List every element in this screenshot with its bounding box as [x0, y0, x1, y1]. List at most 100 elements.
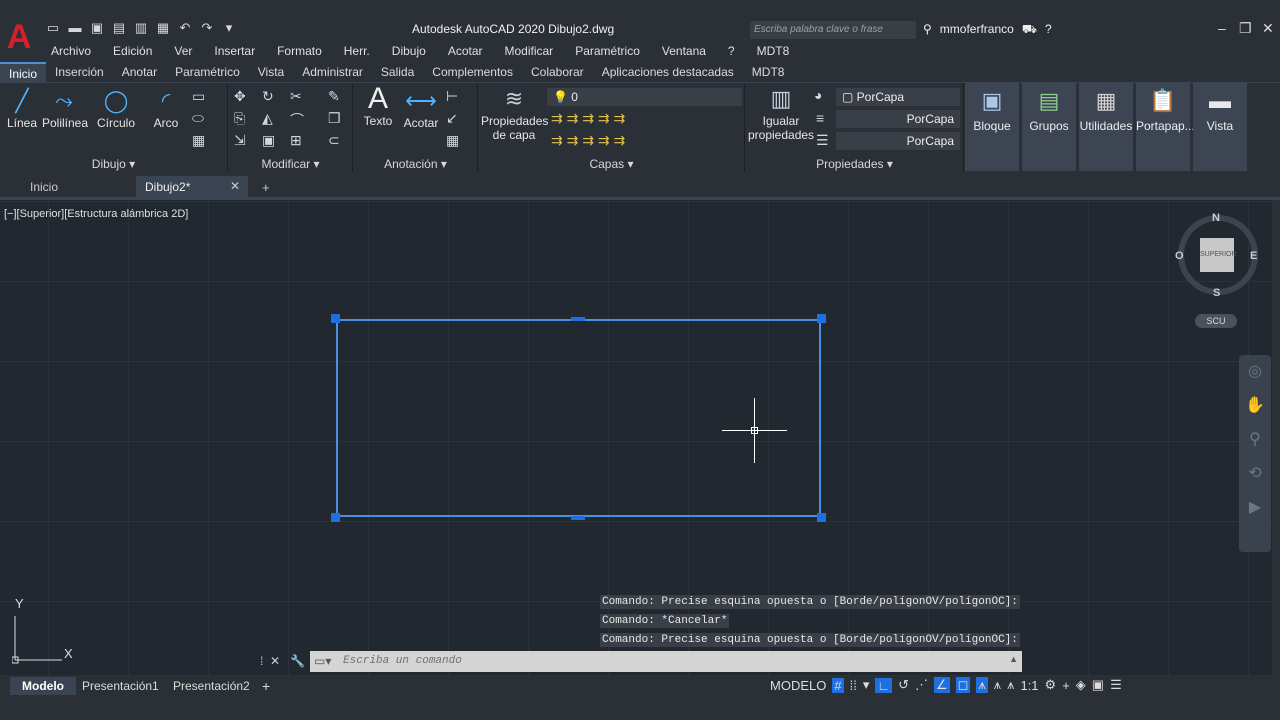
menu-modificar[interactable]: Modificar [494, 44, 565, 58]
tab-insercion[interactable]: Inserción [46, 62, 113, 82]
circle-button[interactable]: ◯ Círculo [96, 89, 136, 131]
menu-acotar[interactable]: Acotar [437, 44, 494, 58]
tab-layout2[interactable]: Presentación2 [173, 677, 250, 693]
corner-grip[interactable] [331, 314, 340, 323]
redo-icon[interactable]: ↷ [199, 20, 215, 36]
block-button[interactable]: ▣ Bloque [965, 83, 1019, 171]
steering-wheel-icon[interactable]: ◎ [1239, 355, 1271, 389]
zoom-icon[interactable]: ⚲ [1239, 423, 1271, 457]
mirror-icon[interactable]: ◭ [262, 110, 273, 127]
pan-icon[interactable]: ✋ [1239, 389, 1271, 423]
compass-east[interactable]: E [1250, 250, 1257, 262]
orbit-icon[interactable]: ⟲ [1239, 457, 1271, 491]
rotate-icon[interactable]: ↻ [262, 88, 274, 105]
model-space-label[interactable]: MODELO [770, 678, 826, 693]
save-icon[interactable]: ▣ [89, 20, 105, 36]
scale-icon[interactable]: ▣ [262, 132, 275, 149]
linetype-icon[interactable]: ≡ [816, 110, 824, 126]
help-icon[interactable]: ? [1045, 22, 1052, 38]
osnap-icon[interactable]: ◻ [955, 677, 971, 693]
otrack-icon[interactable]: ∠ [933, 677, 950, 693]
layers-panel-title[interactable]: Capas ▾ [479, 157, 744, 171]
search-input[interactable]: Escriba palabra clave o frase [750, 21, 916, 39]
tab-parametrico[interactable]: Paramétrico [166, 62, 249, 82]
layer-tools-icon[interactable]: ⇉ ⇉ ⇉ ⇉ ⇉ [551, 110, 625, 127]
selected-rectangle[interactable] [336, 319, 821, 517]
autocad-logo-icon[interactable]: A [0, 18, 38, 56]
annotation-panel-title[interactable]: Anotación ▾ [354, 157, 477, 171]
tab-inicio[interactable]: Inicio [0, 62, 47, 82]
undo-icon[interactable]: ↶ [177, 20, 193, 36]
menu-edicion[interactable]: Edición [102, 44, 163, 58]
plus-icon[interactable]: + [1062, 678, 1070, 693]
linetype-dropdown[interactable]: PorCapa [836, 110, 960, 128]
line-button[interactable]: ╱ Línea [6, 89, 38, 131]
settings-icon[interactable]: ⚙ [1045, 677, 1057, 693]
menu-dibujo[interactable]: Dibujo [381, 44, 437, 58]
utilities-button[interactable]: ▦ Utilidades [1079, 83, 1133, 171]
tab-layout1[interactable]: Presentación1 [82, 677, 159, 693]
array-icon[interactable]: ⊞ [290, 132, 302, 149]
tab-drawing[interactable]: Dibujo2* ✕ [136, 176, 248, 198]
isodraft-icon[interactable]: ⋰ [915, 677, 928, 693]
corner-grip[interactable] [817, 513, 826, 522]
tab-administrar[interactable]: Administrar [293, 62, 372, 82]
command-history-toggle-icon[interactable]: ▲ [1009, 654, 1018, 664]
showmotion-icon[interactable]: ▶ [1239, 491, 1271, 525]
annotation-scale-icon[interactable]: ⩚ [994, 677, 1001, 693]
tab-aplicaciones[interactable]: Aplicaciones destacadas [593, 62, 743, 82]
restore-icon[interactable]: ❐ [1239, 20, 1252, 37]
view-button[interactable]: ▬ Vista [1193, 83, 1247, 171]
lineweight-icon[interactable]: ☰ [816, 132, 829, 149]
arc-button[interactable]: ◜ Arco [150, 89, 182, 131]
menu-ventana[interactable]: Ventana [651, 44, 717, 58]
viewport-label[interactable]: [−][Superior][Estructura alámbrica 2D] [4, 208, 188, 220]
polyline-button[interactable]: ⤳ Polilínea [42, 89, 88, 131]
move-icon[interactable]: ✥ [234, 88, 246, 105]
menu-archivo[interactable]: Archivo [40, 44, 102, 58]
command-grip-icon[interactable]: ⁞ [260, 654, 263, 668]
compass-west[interactable]: O [1175, 250, 1184, 262]
tab-salida[interactable]: Salida [372, 62, 423, 82]
properties-panel-title[interactable]: Propiedades ▾ [746, 157, 963, 171]
isolate-icon[interactable]: ◈ [1076, 677, 1086, 693]
ortho-icon[interactable]: ∟ [875, 677, 893, 693]
new-icon[interactable]: ▭ [45, 20, 61, 36]
tab-colaborar[interactable]: Colaborar [522, 62, 593, 82]
color-wheel-icon[interactable]: ◕ [814, 87, 822, 103]
midpoint-grip[interactable] [571, 317, 585, 321]
midpoint-grip[interactable] [571, 516, 585, 520]
snap-dropdown-icon[interactable]: ▾ [863, 677, 870, 693]
user-name[interactable]: mmoferfranco [940, 22, 1014, 38]
close-command-icon[interactable]: ✕ [270, 654, 280, 668]
groups-button[interactable]: ▤ Grupos [1022, 83, 1076, 171]
command-prompt-icon[interactable]: ▭▾ [314, 654, 331, 668]
leader-icon[interactable]: ↙ [446, 110, 458, 127]
table-icon[interactable]: ▦ [446, 132, 459, 149]
tab-home[interactable]: Inicio [30, 180, 58, 194]
lineweight-dropdown[interactable]: PorCapa [836, 132, 960, 150]
color-dropdown[interactable]: ▢ PorCapa [836, 88, 960, 106]
clipboard-button[interactable]: 📋 Portapap... [1136, 83, 1195, 171]
text-button[interactable]: A Texto [362, 84, 394, 129]
menu-help[interactable]: ? [717, 44, 746, 58]
menu-formato[interactable]: Formato [266, 44, 333, 58]
corner-grip[interactable] [817, 314, 826, 323]
fillet-icon[interactable]: ⌒ [290, 110, 304, 130]
annotation-auto-icon[interactable]: ⩚ [1007, 677, 1014, 693]
print-icon[interactable]: ▦ [155, 20, 171, 36]
ucs-menu[interactable]: SCU [1195, 314, 1237, 328]
menu-insertar[interactable]: Insertar [203, 44, 266, 58]
hatch-icon[interactable]: ▦ [192, 132, 205, 149]
add-layout-icon[interactable]: + [262, 677, 270, 694]
close-tab-icon[interactable]: ✕ [230, 179, 240, 193]
customize-icon[interactable]: 🔧 [290, 654, 305, 668]
menu-mdt8[interactable]: MDT8 [746, 44, 801, 58]
binoculars-icon[interactable]: ⚲ [923, 22, 932, 38]
tab-mdt8[interactable]: MDT8 [743, 62, 794, 82]
dimension-button[interactable]: ⟷ Acotar [402, 89, 440, 131]
annotation-visibility-icon[interactable]: ⩚ [976, 677, 988, 693]
stretch-icon[interactable]: ⇲ [234, 132, 246, 149]
minimize-icon[interactable]: – [1218, 20, 1226, 36]
corner-grip[interactable] [331, 513, 340, 522]
